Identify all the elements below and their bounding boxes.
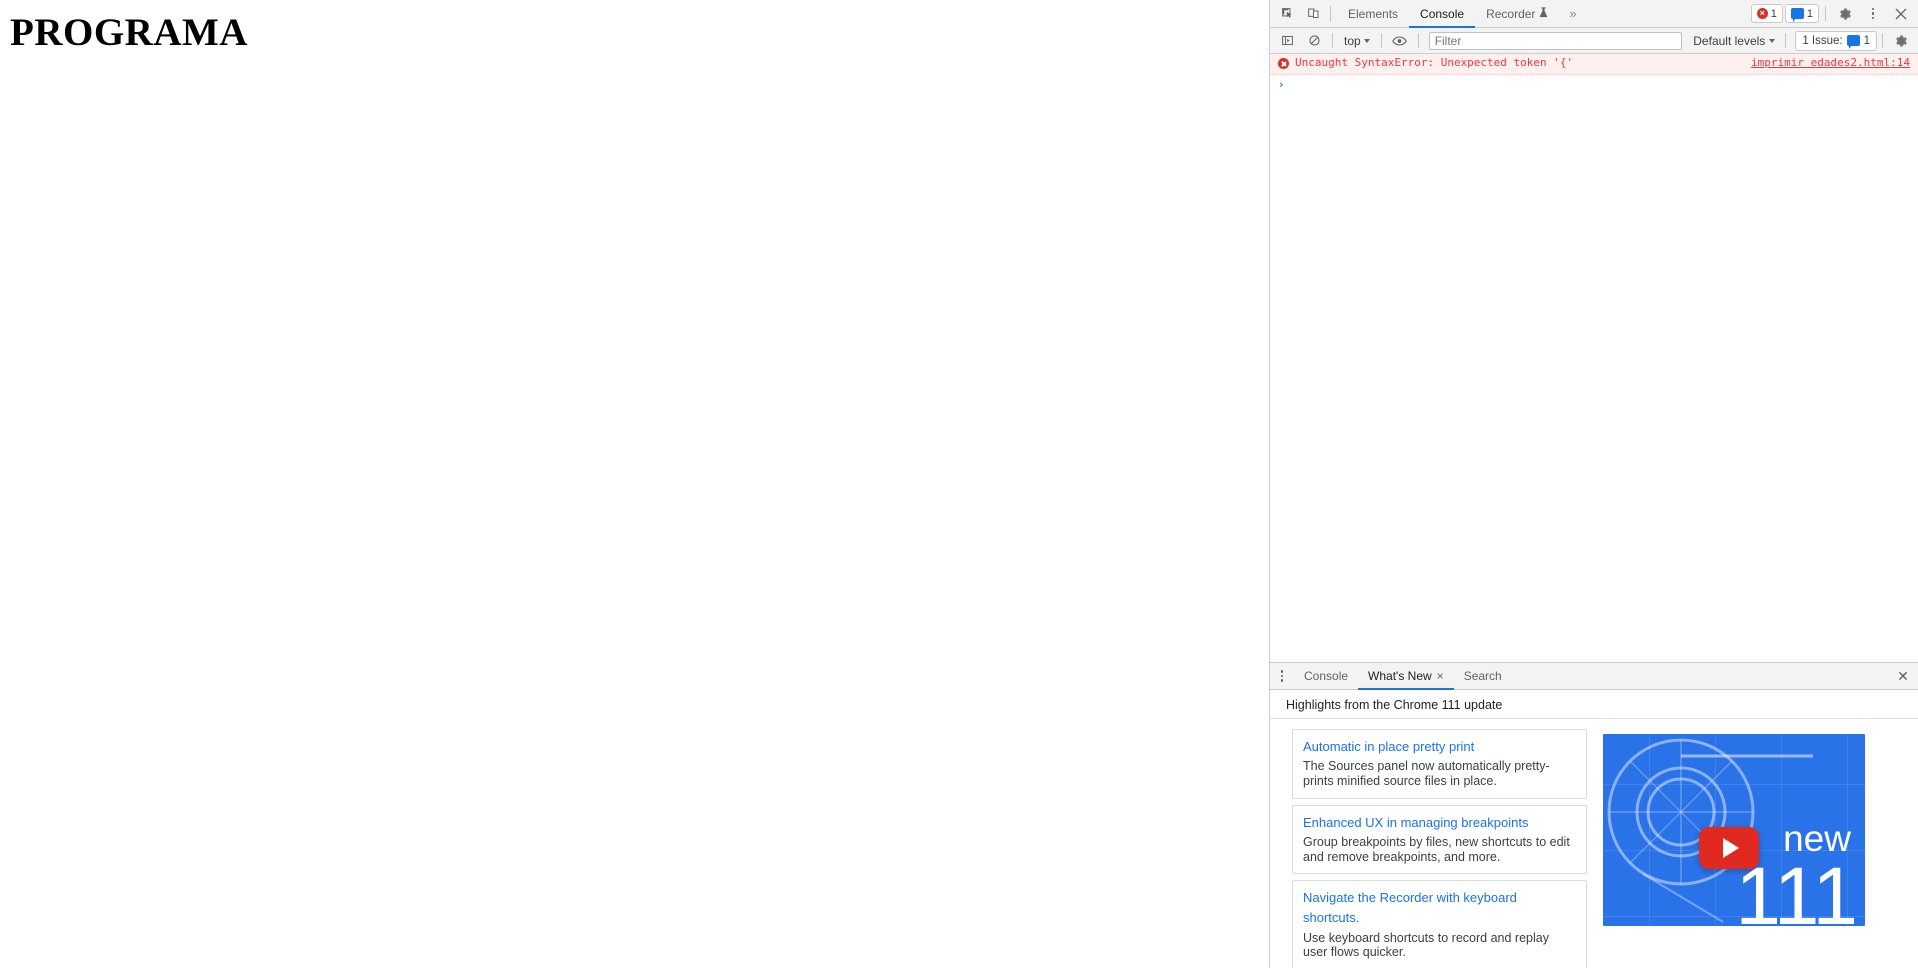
banner-version-number: 111 bbox=[1735, 851, 1858, 927]
error-dot-icon: × bbox=[1756, 8, 1768, 19]
console-error-text: Uncaught SyntaxError: Unexpected token '… bbox=[1295, 56, 1574, 69]
kebab-dots bbox=[1871, 7, 1875, 20]
drawer-tab-console-label: Console bbox=[1304, 669, 1349, 683]
execution-context-value: top bbox=[1344, 33, 1361, 48]
chevron-down-icon bbox=[1363, 38, 1370, 43]
issues-label: 1 Issue: bbox=[1802, 34, 1843, 47]
tab-elements-label: Elements bbox=[1348, 6, 1399, 21]
issues-badge[interactable]: 1 Issue: 1 bbox=[1795, 30, 1877, 51]
log-levels-select[interactable]: Default levels bbox=[1688, 34, 1780, 48]
kebab-dots bbox=[1280, 670, 1284, 682]
drawer-more-tools-icon[interactable] bbox=[1270, 663, 1294, 689]
devtools-tabs: Elements Console Recorder » bbox=[1337, 0, 1587, 28]
drawer-tabbar: Console What's New × Search ✕ bbox=[1270, 663, 1918, 690]
console-prompt-input[interactable] bbox=[1291, 77, 1910, 92]
kebab-menu-icon[interactable] bbox=[1860, 1, 1886, 26]
whats-new-card-desc: The Sources panel now automatically pret… bbox=[1303, 759, 1550, 788]
drawer-tab-search-label: Search bbox=[1463, 669, 1502, 683]
whats-new-card: Navigate the Recorder with keyboard shor… bbox=[1292, 880, 1587, 968]
tabbar-divider bbox=[1825, 6, 1826, 21]
close-devtools-icon[interactable] bbox=[1888, 1, 1914, 26]
whats-new-card-desc: Group breakpoints by files, new shortcut… bbox=[1303, 834, 1570, 864]
devtools-tabbar-left bbox=[1270, 0, 1335, 27]
console-toolbar-divider-4 bbox=[1785, 33, 1787, 48]
console-toolbar-divider-3 bbox=[1417, 33, 1419, 48]
clear-console-icon[interactable] bbox=[1301, 28, 1327, 53]
console-error-message[interactable]: Uncaught SyntaxError: Unexpected token '… bbox=[1270, 54, 1918, 75]
message-bubble-icon bbox=[1790, 8, 1804, 22]
whats-new-card-desc: Use keyboard shortcuts to record and rep… bbox=[1303, 930, 1549, 960]
tabs-overflow-icon[interactable]: » bbox=[1559, 0, 1586, 27]
whats-new-banner-wrapper: new 111 bbox=[1603, 729, 1865, 958]
issues-count: 1 bbox=[1863, 34, 1870, 47]
whats-new-card-title[interactable]: Enhanced UX in managing breakpoints bbox=[1303, 813, 1576, 833]
toolbar-divider bbox=[1330, 6, 1331, 21]
whats-new-subtitle: Highlights from the Chrome 111 update bbox=[1270, 690, 1918, 719]
console-message-list[interactable]: Uncaught SyntaxError: Unexpected token '… bbox=[1270, 54, 1918, 662]
whats-new-content: Automatic in place pretty print The Sour… bbox=[1270, 719, 1918, 968]
console-toolbar: top Default levels 1 Issue: 1 bbox=[1270, 28, 1918, 54]
whats-new-card-list: Automatic in place pretty print The Sour… bbox=[1292, 729, 1587, 968]
tab-elements[interactable]: Elements bbox=[1337, 0, 1409, 27]
console-toolbar-divider-1 bbox=[1332, 33, 1333, 48]
drawer-tab-console[interactable]: Console bbox=[1294, 663, 1358, 689]
live-expression-icon[interactable] bbox=[1387, 28, 1413, 53]
whats-new-card-title[interactable]: Automatic in place pretty print bbox=[1303, 737, 1576, 757]
web-page-viewport: PROGRAMA bbox=[0, 0, 1269, 968]
drawer-tab-whats-new[interactable]: What's New × bbox=[1358, 663, 1454, 690]
drawer-close-icon[interactable]: ✕ bbox=[1888, 663, 1918, 689]
inspect-element-icon[interactable] bbox=[1274, 1, 1300, 26]
whats-new-card-title[interactable]: Navigate the Recorder with keyboard shor… bbox=[1303, 888, 1576, 928]
flask-icon bbox=[1539, 6, 1548, 21]
chrome-release-video-banner[interactable]: new 111 bbox=[1603, 734, 1865, 926]
drawer-tab-search[interactable]: Search bbox=[1454, 663, 1512, 689]
error-count-value: 1 bbox=[1770, 7, 1777, 20]
error-circle-icon bbox=[1278, 58, 1289, 69]
error-count-badge[interactable]: × 1 bbox=[1750, 4, 1783, 23]
message-count-badge[interactable]: 1 bbox=[1784, 4, 1819, 23]
devtools-drawer: Console What's New × Search ✕ Highlights… bbox=[1270, 662, 1918, 968]
console-toolbar-divider-2 bbox=[1380, 33, 1382, 48]
log-levels-value: Default levels bbox=[1693, 33, 1766, 48]
prompt-caret-icon: › bbox=[1278, 78, 1285, 91]
screen: PROGRAMA Elements Console Recorder » × 1… bbox=[0, 0, 1918, 968]
whats-new-card: Enhanced UX in managing breakpoints Grou… bbox=[1292, 804, 1587, 875]
tab-console[interactable]: Console bbox=[1409, 0, 1476, 28]
device-toolbar-icon[interactable] bbox=[1300, 1, 1326, 26]
tab-recorder-label: Recorder bbox=[1486, 6, 1536, 21]
console-toolbar-divider-5 bbox=[1882, 33, 1883, 48]
devtools-tabbar-right: × 1 1 bbox=[1750, 0, 1918, 27]
console-filter-input[interactable] bbox=[1428, 31, 1683, 50]
message-count-value: 1 bbox=[1806, 7, 1813, 20]
page-title: PROGRAMA bbox=[10, 11, 248, 54]
drawer-tab-whats-new-label: What's New bbox=[1368, 669, 1432, 683]
whats-new-card: Automatic in place pretty print The Sour… bbox=[1292, 729, 1587, 799]
tab-recorder[interactable]: Recorder bbox=[1475, 0, 1559, 27]
tab-console-label: Console bbox=[1420, 6, 1465, 21]
devtools-tabbar: Elements Console Recorder » × 1 1 bbox=[1270, 0, 1918, 28]
console-sidebar-icon[interactable] bbox=[1274, 28, 1300, 53]
console-prompt-row[interactable]: › bbox=[1270, 75, 1918, 94]
console-error-source-link[interactable]: imprimir edades2.html:14 bbox=[1741, 56, 1910, 70]
drawer-tab-close-icon[interactable]: × bbox=[1437, 670, 1444, 682]
gear-icon[interactable] bbox=[1832, 1, 1858, 26]
chevron-down-icon bbox=[1769, 38, 1776, 43]
execution-context-select[interactable]: top bbox=[1338, 31, 1376, 50]
console-settings-gear-icon[interactable] bbox=[1888, 28, 1914, 53]
issue-bubble-icon bbox=[1846, 35, 1860, 49]
devtools-panel: Elements Console Recorder » × 1 1 top Fi… bbox=[1269, 0, 1918, 968]
